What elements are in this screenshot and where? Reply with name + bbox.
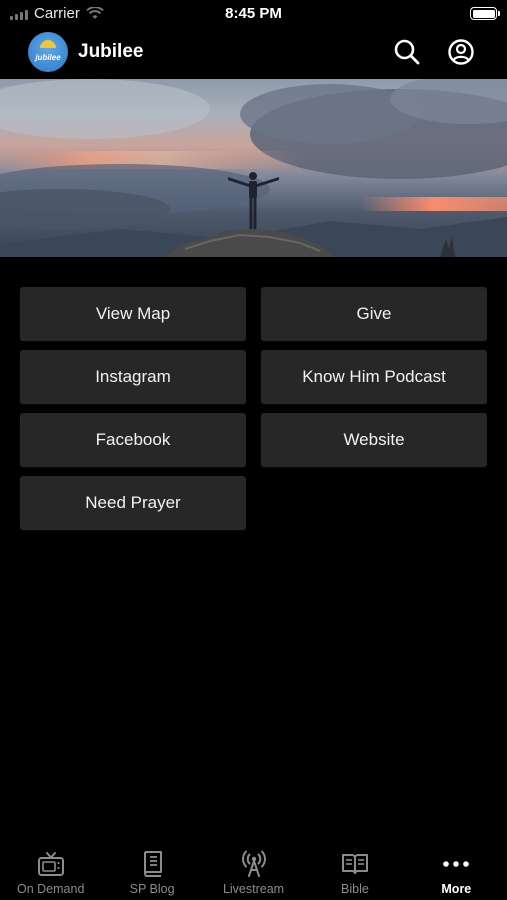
tab-label: SP Blog bbox=[129, 882, 175, 896]
account-icon bbox=[448, 39, 474, 65]
tab-bible[interactable]: Bible bbox=[304, 843, 405, 900]
tab-more[interactable]: More bbox=[406, 843, 507, 900]
broadcast-icon bbox=[241, 850, 266, 877]
search-button[interactable] bbox=[392, 37, 422, 67]
tab-label: Livestream bbox=[222, 882, 285, 896]
account-button[interactable] bbox=[446, 37, 476, 67]
website-button[interactable]: Website bbox=[261, 413, 487, 467]
status-bar: Carrier 8:45 PM bbox=[0, 0, 507, 28]
tab-bar: On Demand SP Blog Livestream Bible More bbox=[0, 843, 507, 900]
tab-on-demand[interactable]: On Demand bbox=[0, 843, 101, 900]
tab-label: Bible bbox=[341, 882, 369, 896]
facebook-button[interactable]: Facebook bbox=[20, 413, 246, 467]
search-icon bbox=[394, 39, 420, 65]
status-time: 8:45 PM bbox=[225, 5, 282, 22]
app-header: jubilee Jubilee bbox=[0, 28, 507, 78]
tab-sp-blog[interactable]: SP Blog bbox=[101, 843, 202, 900]
app-title: Jubilee bbox=[78, 41, 144, 62]
logo-sun-icon bbox=[40, 40, 56, 48]
tab-label: On Demand bbox=[17, 882, 85, 896]
tab-livestream[interactable]: Livestream bbox=[203, 843, 304, 900]
tv-icon bbox=[37, 852, 64, 876]
view-map-button[interactable]: View Map bbox=[20, 287, 246, 341]
tab-label: More bbox=[441, 882, 472, 896]
logo-text: jubilee bbox=[35, 52, 61, 62]
need-prayer-button[interactable]: Need Prayer bbox=[20, 476, 246, 530]
app-logo: jubilee bbox=[28, 32, 68, 72]
menu-grid: View Map Give Instagram Know Him Podcast… bbox=[20, 287, 488, 530]
battery-icon bbox=[470, 7, 500, 20]
book-icon bbox=[144, 851, 163, 877]
more-icon bbox=[443, 861, 470, 867]
give-button[interactable]: Give bbox=[261, 287, 487, 341]
instagram-button[interactable]: Instagram bbox=[20, 350, 246, 404]
open-book-icon bbox=[341, 854, 368, 874]
hero-banner-image bbox=[0, 79, 507, 257]
know-him-podcast-button[interactable]: Know Him Podcast bbox=[261, 350, 487, 404]
